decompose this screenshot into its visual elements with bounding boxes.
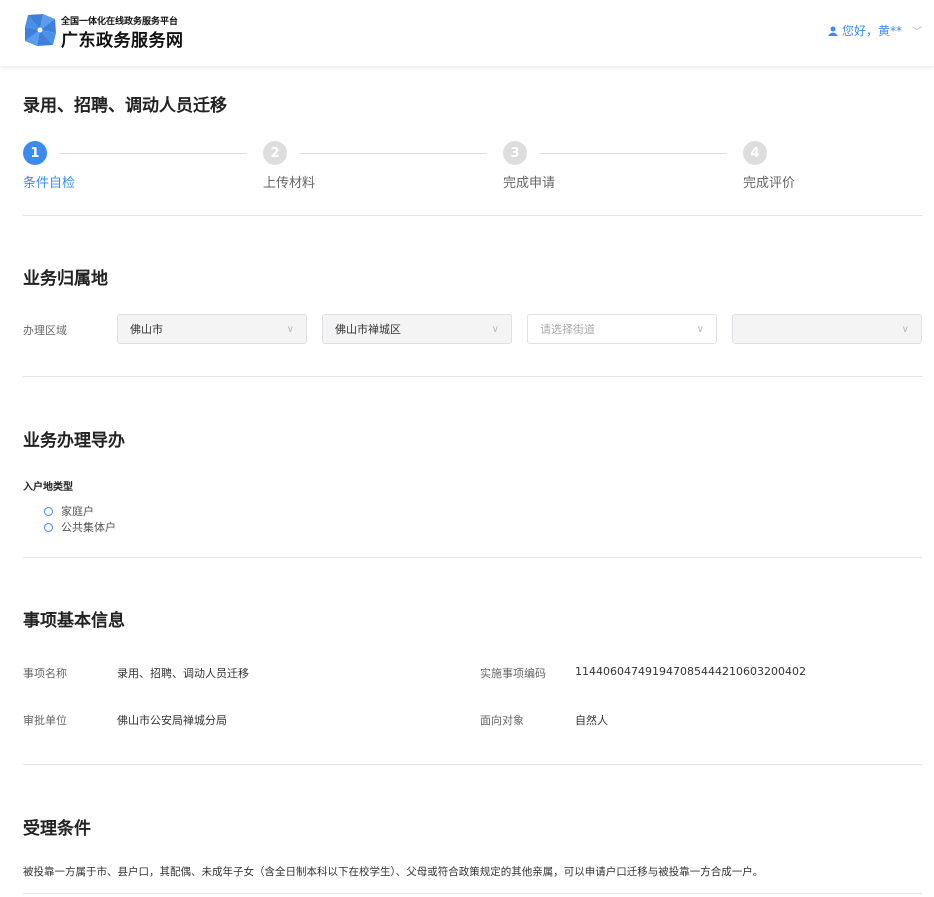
- step-2-label: 上传材料: [263, 176, 316, 191]
- step-3-circle: 3: [503, 141, 527, 165]
- divider: [23, 893, 922, 894]
- step-connector: [300, 153, 487, 154]
- info-section-title: 事项基本信息: [23, 611, 125, 631]
- divider: [23, 557, 922, 558]
- chevron-down-icon: ∨: [491, 323, 499, 335]
- conditions-text: 被投靠一方属于市、县户口，其配偶、未成年子女（含全日制本科以下在校学生）、父母或…: [23, 866, 764, 878]
- item-code-value: 11440604749194708544421060320040​2: [575, 665, 806, 678]
- step-4-circle: 4: [743, 141, 767, 165]
- header: 全国一体化在线政务服务平台 广东政务服务网 您好，黄** ﹀: [0, 0, 934, 66]
- item-code-label: 实施事项编码: [480, 667, 546, 680]
- guide-section-title: 业务办理导办: [23, 431, 125, 451]
- page-title: 录用、招聘、调动人员迁移: [23, 96, 227, 116]
- radio-icon[interactable]: [44, 506, 53, 516]
- radio-label: 家庭户: [61, 505, 94, 518]
- divider: [23, 764, 922, 765]
- region-label: 办理区域: [23, 324, 67, 337]
- district-select[interactable]: 佛山市禅城区 ∨: [322, 314, 512, 344]
- city-value: 佛山市: [130, 323, 163, 336]
- step-4-label: 完成评价: [743, 176, 796, 191]
- step-1-label: 条件自检: [23, 176, 76, 191]
- radio-collective-household[interactable]: 公共集体户: [44, 519, 116, 535]
- street-select[interactable]: 请选择街道 ∨: [527, 314, 717, 344]
- chevron-down-icon: ∨: [901, 323, 909, 335]
- step-2-circle: 2: [263, 141, 287, 165]
- item-name-label: 事项名称: [23, 667, 67, 680]
- chevron-down-icon: ﹀: [912, 27, 922, 38]
- location-section-title: 业务归属地: [23, 269, 108, 289]
- household-type-label: 入户地类型: [23, 482, 73, 493]
- conditions-section-title: 受理条件: [23, 819, 91, 839]
- street-placeholder: 请选择街道: [540, 323, 595, 336]
- user-menu[interactable]: 您好，黄** ﹀: [827, 22, 922, 39]
- extra-select[interactable]: ∨: [732, 314, 922, 344]
- chevron-down-icon: ∨: [286, 323, 294, 335]
- radio-family-household[interactable]: 家庭户: [44, 503, 94, 519]
- approval-unit-value: 佛山市公安局禅城分局: [117, 714, 227, 727]
- divider: [23, 215, 922, 216]
- city-select[interactable]: 佛山市 ∨: [117, 314, 307, 344]
- radio-label: 公共集体户: [61, 521, 116, 534]
- step-connector: [540, 153, 727, 154]
- target-value: 自然人: [575, 714, 608, 727]
- district-value: 佛山市禅城区: [335, 323, 401, 336]
- item-name-value: 录用、招聘、调动人员迁移: [117, 667, 249, 680]
- step-3-label: 完成申请: [503, 176, 556, 191]
- step-1-circle: 1: [23, 141, 47, 165]
- radio-icon[interactable]: [44, 522, 53, 532]
- logo-icon: [25, 14, 56, 46]
- approval-unit-label: 审批单位: [23, 714, 67, 727]
- user-icon: [827, 26, 838, 36]
- divider: [23, 376, 922, 377]
- chevron-down-icon: ∨: [696, 323, 704, 335]
- user-greeting: 您好，黄**: [841, 24, 902, 38]
- target-label: 面向对象: [480, 714, 524, 727]
- step-connector: [60, 153, 247, 154]
- site-name[interactable]: 广东政务服务网: [61, 26, 184, 51]
